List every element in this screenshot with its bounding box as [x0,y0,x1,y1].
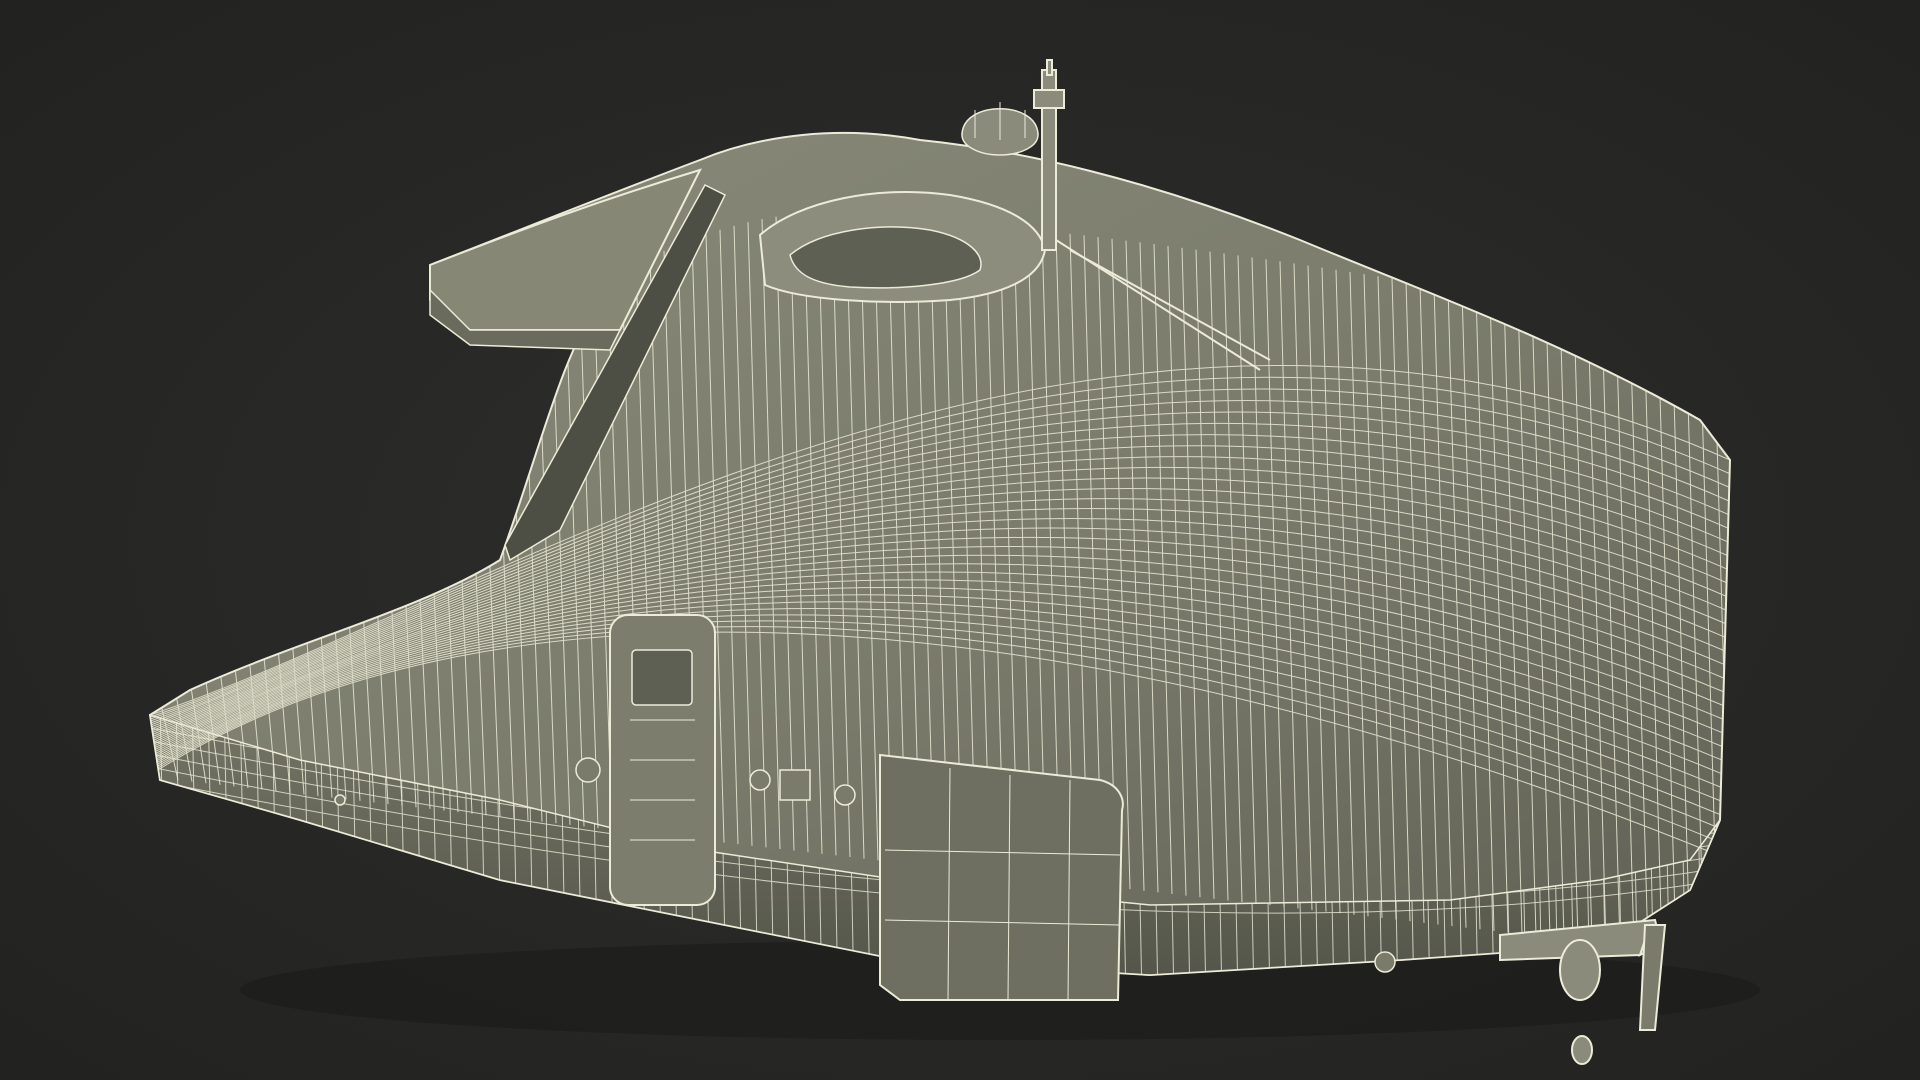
side-window-panel [879,753,1124,1001]
forward-hatch-door [609,614,716,906]
wireframe-viewport [0,0,1920,1080]
